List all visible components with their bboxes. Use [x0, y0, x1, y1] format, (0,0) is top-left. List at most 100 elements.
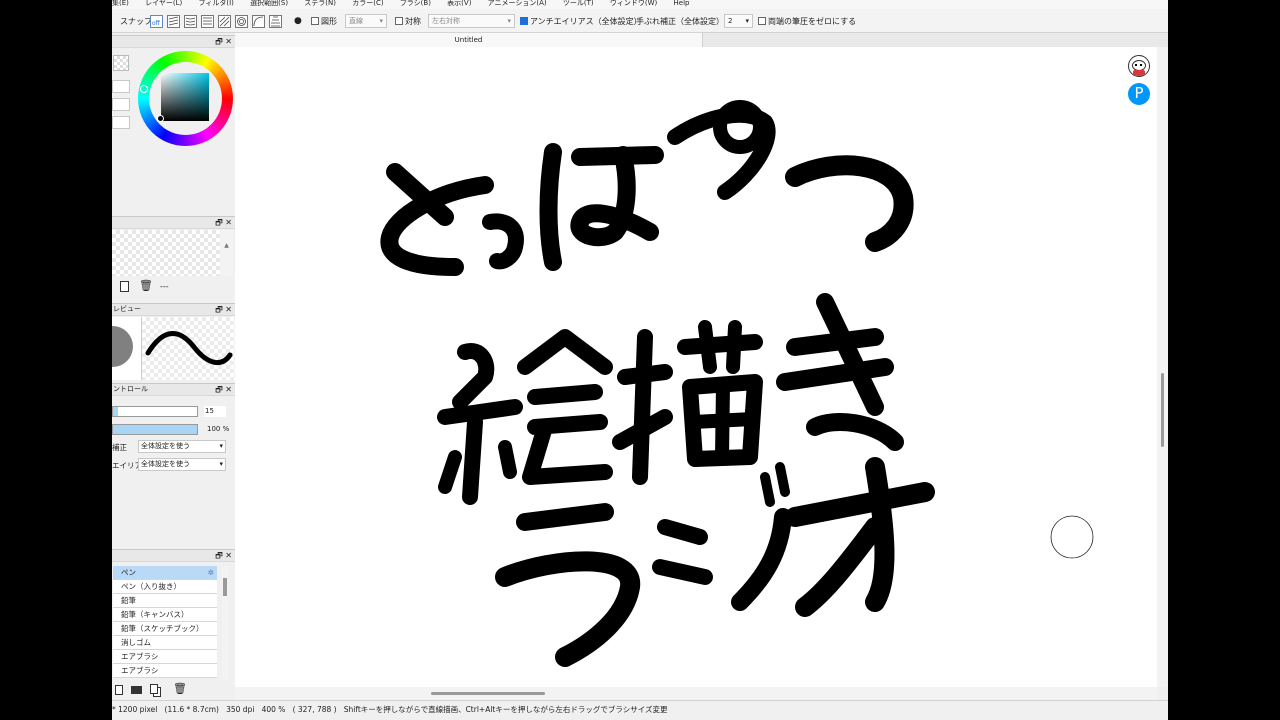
color-value-field-1[interactable]: [112, 80, 130, 93]
pressure-checkbox[interactable]: [758, 17, 766, 25]
stroke-e-3: [462, 414, 483, 505]
float-icon[interactable]: 🗗: [215, 551, 223, 560]
float-icon[interactable]: 🗗: [215, 385, 223, 394]
dot-icon[interactable]: ●: [294, 15, 302, 28]
float-icon[interactable]: 🗗: [215, 218, 223, 227]
trash-icon[interactable]: 🗑: [139, 279, 153, 292]
antialias-select[interactable]: 全体設定を使う ▾: [138, 458, 226, 471]
stabilizer-select[interactable]: 2 ▾: [724, 14, 753, 28]
brush-item-pen-inout[interactable]: ペン（入り抜き）: [113, 580, 217, 594]
layer-list[interactable]: [112, 230, 220, 276]
menu-item-color[interactable]: カラー(C): [352, 0, 383, 7]
grid-lines-icon[interactable]: [201, 15, 214, 28]
chevron-down-icon: ▾: [379, 17, 383, 25]
shape-label: 図形: [321, 17, 337, 26]
stabilizer-select[interactable]: 全体設定を使う ▾: [138, 440, 226, 453]
vertical-scrollbar[interactable]: [1157, 47, 1168, 687]
close-icon[interactable]: ✕: [225, 305, 232, 314]
trash-icon[interactable]: 🗑: [173, 682, 187, 695]
symmetry-checkbox[interactable]: [395, 17, 403, 25]
float-icon[interactable]: 🗗: [215, 37, 223, 46]
brush-item-pencil-sketchbook[interactable]: 鉛筆（スケッチブック）: [113, 622, 217, 636]
saturation-value-square[interactable]: [161, 73, 209, 121]
stroke-e-7: [527, 384, 603, 405]
copy-icon[interactable]: [150, 684, 158, 694]
stroke-e-2: [437, 399, 523, 425]
chevron-down-icon: ▾: [219, 460, 223, 468]
brush-item-eraser[interactable]: 消しゴム: [113, 636, 217, 650]
stroke-ji-1: [657, 519, 708, 545]
brush-list-scrollbar[interactable]: [222, 566, 228, 680]
stroke-ka-2: [632, 329, 653, 485]
color-marker[interactable]: [157, 115, 164, 122]
stroke-ji-dakuten: [760, 462, 790, 507]
shape-select[interactable]: 直線 ▾: [345, 14, 387, 28]
snap-off-icon[interactable]: off: [150, 15, 163, 28]
close-icon[interactable]: ✕: [225, 37, 232, 46]
horizontal-scrollbar[interactable]: [235, 687, 1157, 700]
pixiv-icon[interactable]: P: [1128, 83, 1150, 105]
close-icon[interactable]: ✕: [225, 385, 232, 394]
opacity-slider[interactable]: [112, 424, 198, 435]
stroke-ji-2: [652, 559, 713, 585]
close-icon[interactable]: ✕: [225, 551, 232, 560]
shape-checkbox[interactable]: [311, 17, 319, 25]
curve-icon[interactable]: [252, 15, 265, 28]
layer-toolbar: 🗑 ---: [112, 279, 235, 295]
menu-item-view[interactable]: 表示(V): [447, 0, 471, 7]
stroke-ji-3: [731, 508, 792, 611]
stroke-ka-4: [677, 334, 763, 355]
status-hint: Shiftキーを押しながらで直線描画、Ctrl+Altキーを押しながら左右ドラッ…: [343, 705, 668, 714]
brush-item-pencil-canvas[interactable]: 鉛筆（キャンバス）: [113, 608, 217, 622]
color-value-field-2[interactable]: [112, 98, 130, 111]
menu-item-window[interactable]: ウィンドウ(W): [610, 0, 657, 7]
menu-item-layer[interactable]: レイヤー(L): [145, 0, 182, 7]
brush-list: ペン ✲ ペン（入り抜き） 鉛筆 鉛筆（キャンバス） 鉛筆（スケッチブック） 消し…: [112, 566, 235, 680]
horizontal-scroll-thumb[interactable]: [431, 692, 545, 695]
curve-lines-icon[interactable]: [184, 15, 197, 28]
parallel-lines-icon[interactable]: [167, 15, 180, 28]
brush-item-pen[interactable]: ペン ✲: [113, 566, 217, 580]
menu-item-filter[interactable]: フィルタ(I): [199, 0, 234, 7]
symmetry-select[interactable]: 左右対称 ▾: [428, 14, 515, 28]
menu-item-animation[interactable]: アニメーション(A): [488, 0, 547, 7]
stroke-to-2: [380, 176, 494, 276]
brush-item-airbrush-2[interactable]: エアブラシ: [113, 664, 217, 678]
menu-item-tool[interactable]: ツール(T): [563, 0, 594, 7]
stroke-pa-1: [539, 143, 562, 271]
menu-item-edit[interactable]: 集(E): [112, 0, 129, 7]
float-icon[interactable]: 🗗: [215, 305, 223, 314]
menu-item-stellar[interactable]: ステラ(N): [304, 0, 336, 7]
vertical-scroll-thumb[interactable]: [1161, 373, 1164, 447]
pressure-label: 両端の筆圧をゼロにする: [768, 17, 857, 26]
stroke-ka-3: [612, 409, 673, 450]
radial-icon[interactable]: [269, 15, 282, 28]
resolution: 350 dpi: [226, 705, 255, 714]
drawing-canvas[interactable]: P: [235, 47, 1157, 687]
gear-icon[interactable]: ✲: [208, 566, 214, 579]
transparent-swatch[interactable]: [113, 55, 129, 71]
antialias-checkbox[interactable]: [520, 17, 528, 25]
color-panel: [112, 48, 235, 216]
new-brush-icon[interactable]: [115, 685, 123, 695]
color-value-field-3[interactable]: [112, 116, 130, 129]
perspective-icon[interactable]: [218, 15, 231, 28]
color-wheel[interactable]: [138, 51, 233, 146]
svg-text:off: off: [152, 20, 161, 27]
hue-marker[interactable]: [140, 85, 148, 93]
new-layer-icon[interactable]: [120, 281, 129, 292]
folder-icon[interactable]: [131, 686, 142, 694]
layer-scrollbar[interactable]: ▲: [220, 230, 233, 276]
menu-item-brush[interactable]: ブラシ(B): [400, 0, 431, 7]
brush-item-airbrush[interactable]: エアブラシ: [113, 650, 217, 664]
menu-item-selection[interactable]: 選択範囲(S): [250, 0, 288, 7]
brush-item-pencil[interactable]: 鉛筆: [113, 594, 217, 608]
concentric-icon[interactable]: [235, 15, 248, 28]
size-slider[interactable]: [112, 406, 198, 417]
user-avatar-icon[interactable]: [1128, 55, 1150, 77]
menu-item-help[interactable]: Help: [674, 0, 690, 7]
opacity-value: 100 %: [207, 425, 230, 433]
close-icon[interactable]: ✕: [225, 218, 232, 227]
document-tab[interactable]: Untitled: [235, 33, 703, 47]
stroke-tsu-small: [482, 213, 524, 270]
